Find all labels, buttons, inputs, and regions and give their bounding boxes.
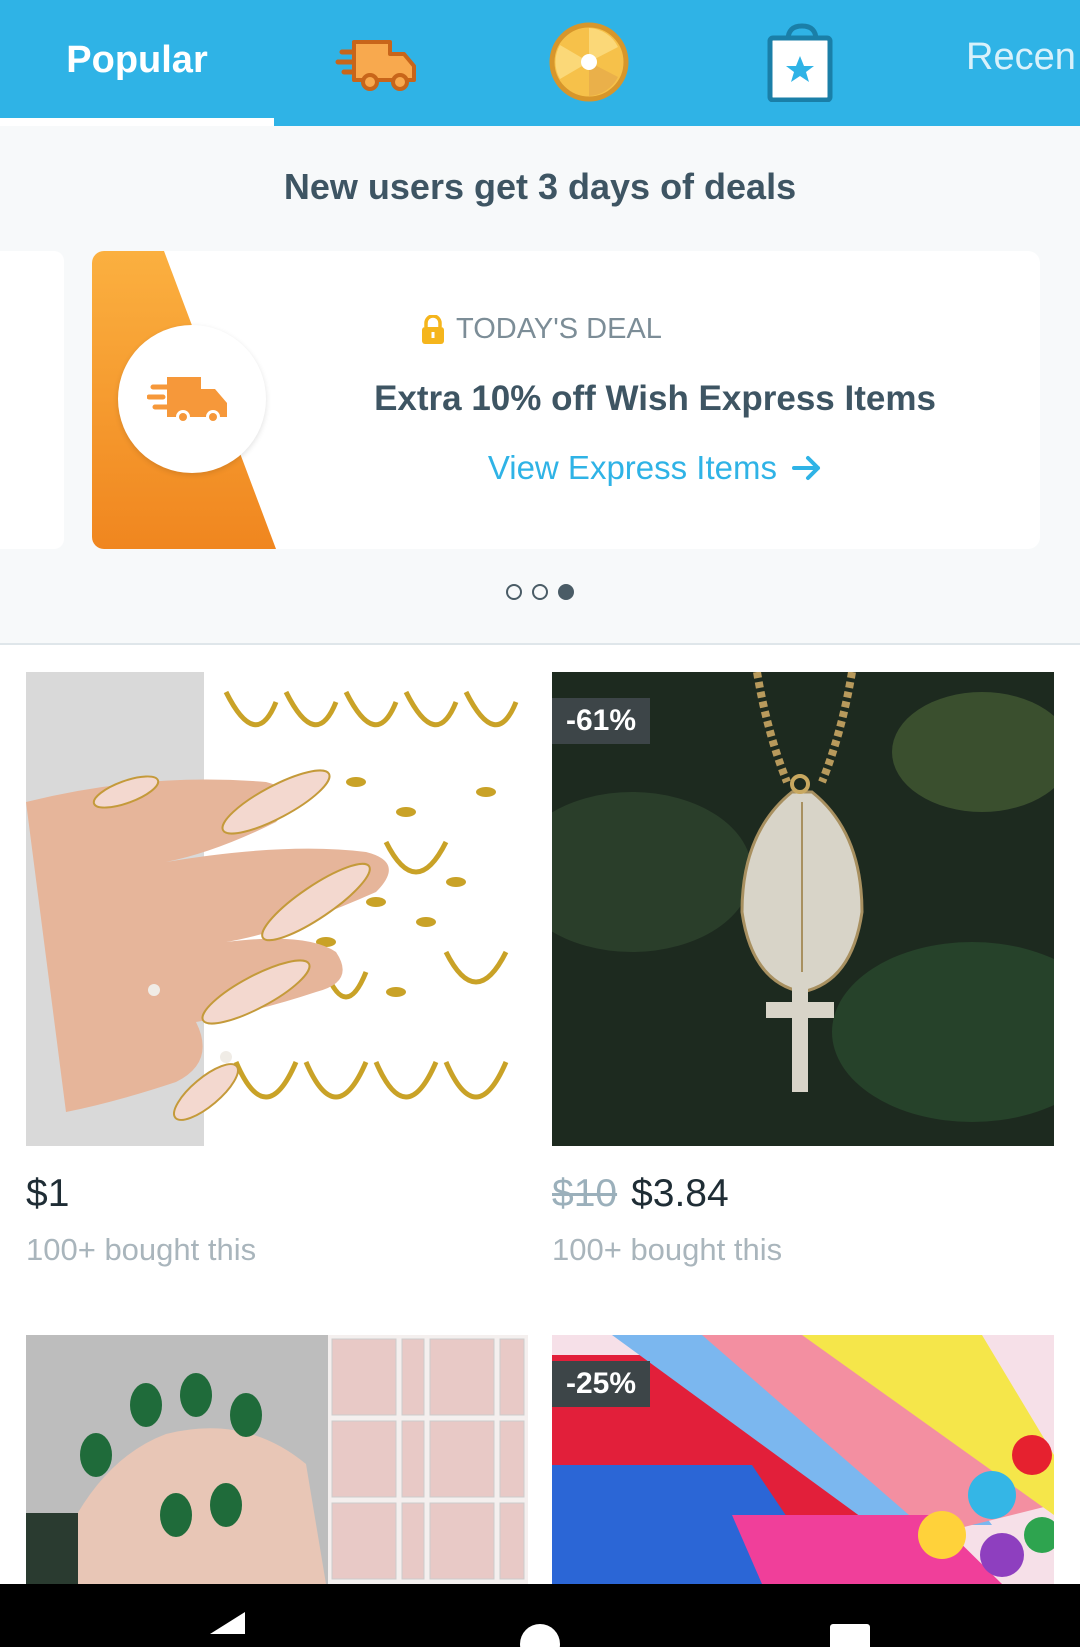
carousel-dot-active[interactable] <box>558 584 574 600</box>
express-truck-icon <box>147 377 227 424</box>
deals-section: New users get 3 days of deals TODAY'S DE… <box>0 126 1080 645</box>
product-old-price: $10 <box>552 1172 618 1215</box>
express-truck-icon[interactable] <box>334 22 420 102</box>
back-icon[interactable] <box>210 1612 245 1634</box>
shopping-bag-star-icon[interactable] <box>756 22 842 103</box>
home-icon[interactable] <box>520 1624 560 1652</box>
product-image-nail-stickers[interactable] <box>26 672 528 1146</box>
product-bought-count: 100+ bought this <box>552 1232 783 1267</box>
deal-label-row: TODAY'S DEAL <box>420 313 662 346</box>
discount-badge: -61% <box>552 698 651 744</box>
view-express-items-link[interactable]: View Express Items <box>350 449 960 487</box>
carousel-dot[interactable] <box>532 584 548 600</box>
product-price-row: $1 <box>26 1172 69 1216</box>
carousel-indicator <box>0 584 1080 600</box>
tab-recent[interactable]: Recen <box>966 36 1076 79</box>
deal-truck-badge <box>118 325 266 473</box>
deal-headline: Extra 10% off Wish Express Items <box>374 379 936 418</box>
previous-deal-card[interactable] <box>0 251 64 549</box>
product-image-necklace[interactable]: -61% <box>552 672 1054 1146</box>
lock-icon <box>422 314 444 344</box>
arrow-right-icon <box>792 456 821 480</box>
product-image-felt-fabric[interactable]: -25% <box>552 1335 1054 1584</box>
recents-icon[interactable] <box>830 1624 870 1652</box>
discount-badge: -25% <box>552 1361 651 1407</box>
product-bought-count: 100+ bought this <box>26 1232 257 1267</box>
wheel-icon[interactable] <box>546 22 632 102</box>
tab-popular[interactable]: Popular <box>0 0 274 120</box>
system-navigation-bar <box>0 1584 1080 1652</box>
product-image-nail-wraps[interactable] <box>26 1335 528 1584</box>
deals-title: New users get 3 days of deals <box>283 166 797 207</box>
deal-label: TODAY'S DEAL <box>456 313 662 345</box>
category-tab-bar: Popular Recen <box>0 0 1080 126</box>
carousel-dot[interactable] <box>506 584 522 600</box>
todays-deal-card[interactable]: TODAY'S DEAL Extra 10% off Wish Express … <box>92 251 1040 549</box>
view-express-items-label: View Express Items <box>487 449 777 486</box>
active-tab-indicator <box>0 118 274 126</box>
product-price: $1 <box>26 1172 70 1215</box>
product-price-row: $10 $3.84 <box>552 1172 729 1216</box>
product-price: $3.84 <box>631 1172 729 1215</box>
